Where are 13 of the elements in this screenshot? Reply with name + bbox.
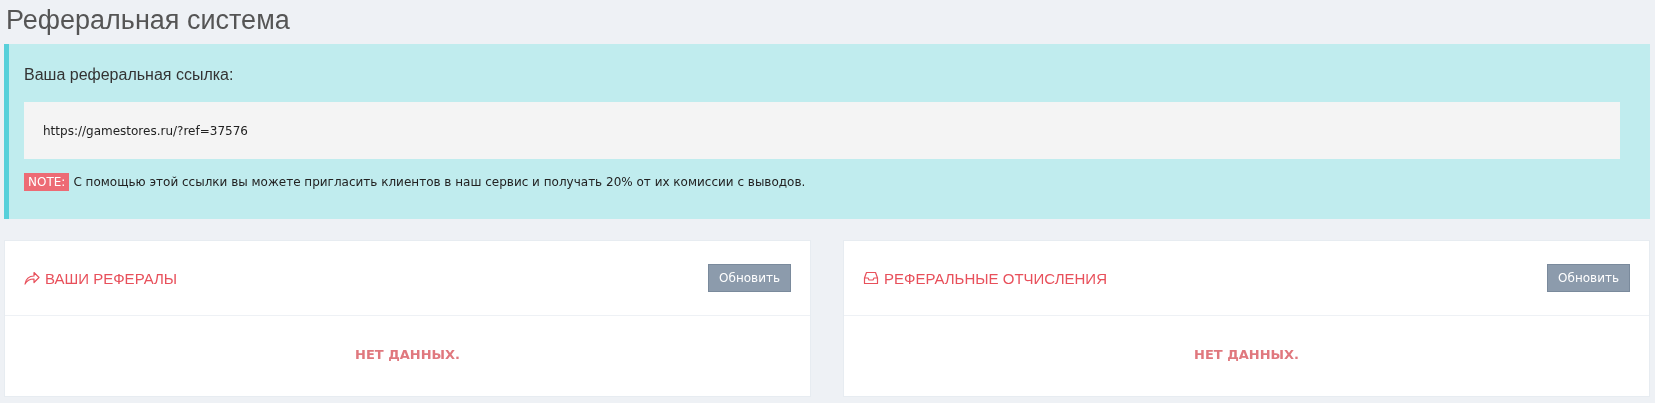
note-tag: NOTE: [24, 173, 70, 191]
note-text: С помощью этой ссылки вы можете пригласить клиентов в наш сервис и получать 20% от их комиссии с выводов. [73, 175, 806, 189]
refresh-button[interactable]: Обновить [708, 264, 791, 292]
referral-link-field[interactable]: https://gamestores.ru/?ref=37576 [24, 102, 1620, 159]
page-title: Реферальная система [5, 4, 291, 37]
panel-title: ВАШИ РЕФЕРАЛЫ [45, 269, 179, 287]
empty-message: НЕТ ДАННЫХ. [355, 346, 460, 362]
empty-message: НЕТ ДАННЫХ. [1194, 346, 1299, 362]
share-icon [24, 271, 40, 285]
panel-title: РЕФЕРАЛЬНЫЕ ОТЧИСЛЕНИЯ [884, 269, 1108, 287]
inbox-icon [863, 271, 879, 285]
refresh-button[interactable]: Обновить [1547, 264, 1630, 292]
link-label: Ваша реферальная ссылка: [24, 66, 235, 84]
